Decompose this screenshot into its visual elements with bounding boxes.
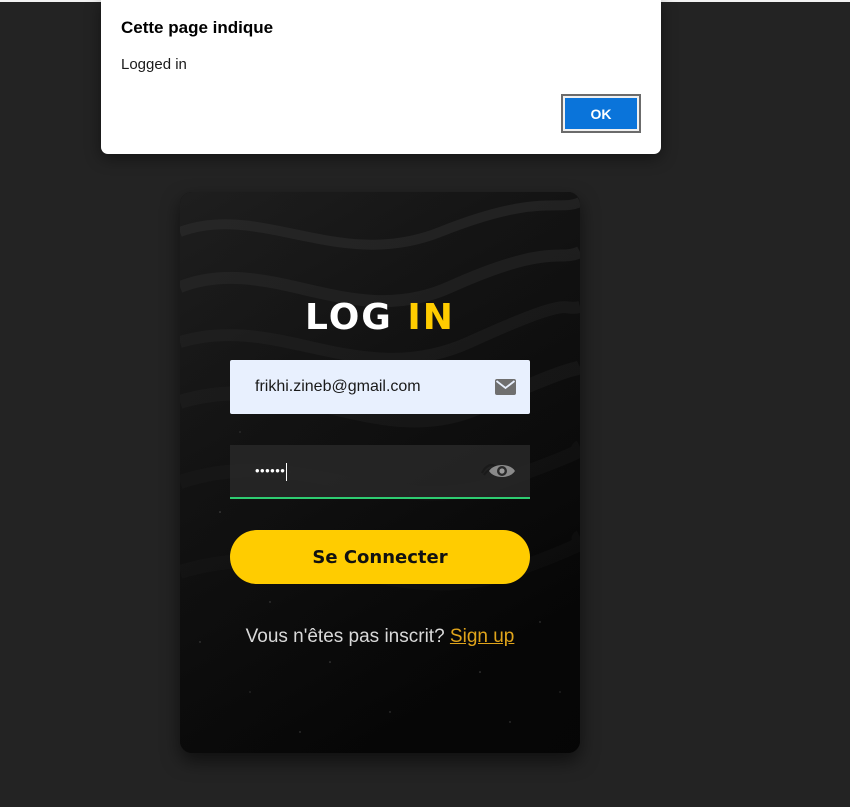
dialog-message: Logged in xyxy=(121,56,187,73)
page: LOG IN frikhi.zineb@gmail.com •••••• Se … xyxy=(0,0,850,807)
dialog-title: Cette page indique xyxy=(121,18,274,37)
password-field[interactable]: •••••• xyxy=(230,445,530,499)
login-title: LOG IN xyxy=(180,296,580,340)
email-value: frikhi.zineb@gmail.com xyxy=(255,378,421,395)
signup-row: Vous n'êtes pas inscrit? Sign up xyxy=(180,624,580,650)
text-caret xyxy=(286,462,288,481)
envelope-icon xyxy=(495,379,516,395)
signup-link[interactable]: Sign up xyxy=(450,626,514,647)
ok-button[interactable]: OK xyxy=(561,94,641,133)
alert-dialog: Cette page indique Logged in OK xyxy=(101,0,661,154)
email-field[interactable]: frikhi.zineb@gmail.com xyxy=(230,360,530,414)
password-value: •••••• xyxy=(255,445,288,497)
connect-button[interactable]: Se Connecter xyxy=(230,530,530,584)
password-dots: •••••• xyxy=(255,463,286,478)
eye-icon[interactable] xyxy=(480,461,516,481)
signup-prompt: Vous n'êtes pas inscrit? xyxy=(245,626,450,647)
title-word-in: IN xyxy=(407,297,455,338)
title-word-log: LOG xyxy=(305,297,393,338)
